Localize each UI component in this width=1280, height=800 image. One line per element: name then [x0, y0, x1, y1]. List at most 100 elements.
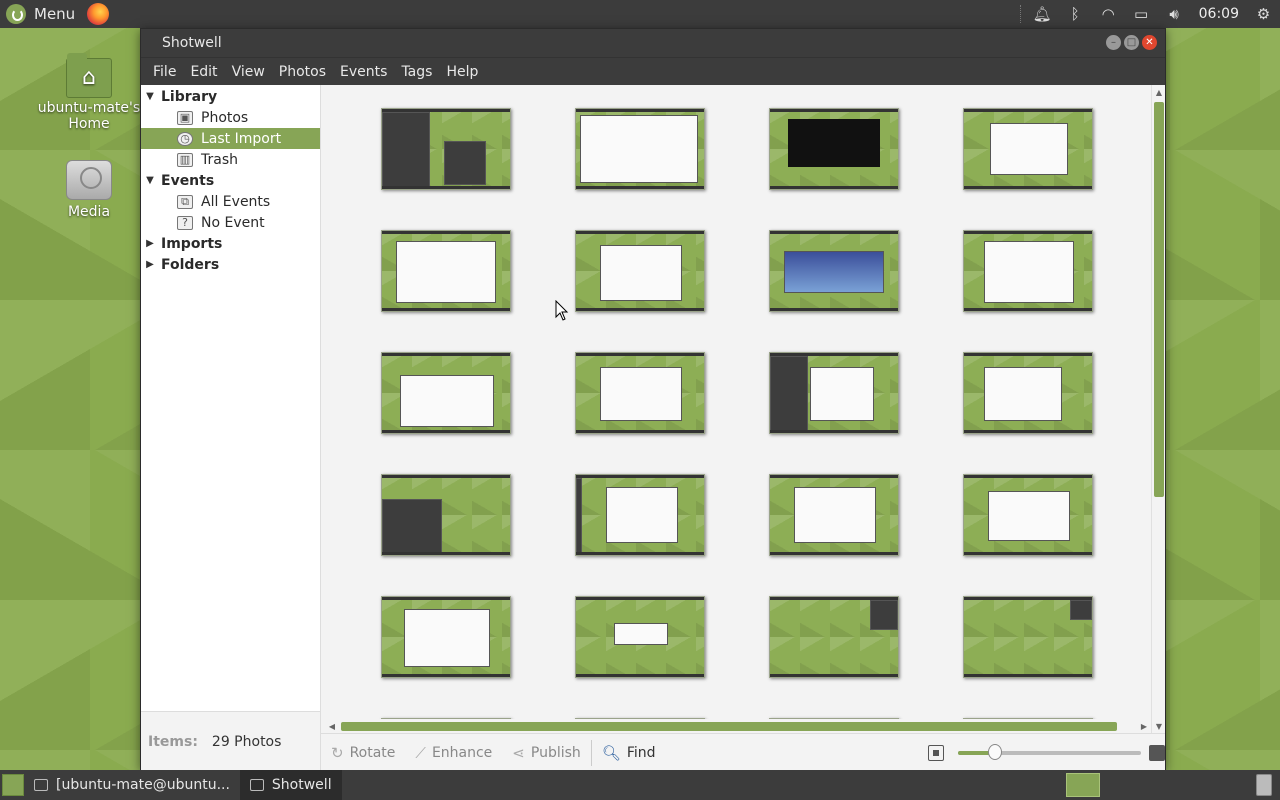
- enhance-wand-icon: ⟋: [415, 743, 426, 762]
- trash-applet-icon[interactable]: [1256, 774, 1272, 796]
- photo-thumbnail[interactable]: [575, 352, 705, 434]
- window-title: Shotwell: [162, 35, 222, 51]
- sidebar-item-label: No Event: [201, 214, 265, 231]
- photo-thumbnail[interactable]: [381, 230, 511, 312]
- photo-thumbnail[interactable]: [963, 230, 1093, 312]
- photos-icon: ▣: [177, 110, 193, 125]
- sidebar-item-label: Photos: [201, 109, 249, 126]
- menubar: File Edit View Photos Events Tags Help: [141, 57, 1165, 85]
- maximize-button[interactable]: □: [1124, 35, 1139, 50]
- rotate-button[interactable]: ↻ Rotate: [321, 740, 405, 766]
- window-titlebar[interactable]: Shotwell – □ ✕: [141, 29, 1165, 57]
- collapse-arrow-icon[interactable]: ▶: [141, 259, 159, 270]
- photo-thumbnail[interactable]: [769, 352, 899, 434]
- sidebar-item-imports[interactable]: ▶ Imports: [141, 233, 320, 254]
- taskbar-item-terminal[interactable]: [ubuntu-mate@ubuntu...: [24, 770, 240, 800]
- bluetooth-icon[interactable]: ᛒ: [1059, 0, 1092, 28]
- home-folder-icon: [66, 53, 112, 98]
- photo-grid: ◀ ▶: [321, 85, 1151, 733]
- menu-photos[interactable]: Photos: [273, 64, 332, 80]
- zoom-in-icon[interactable]: [1149, 745, 1165, 761]
- menu-file[interactable]: File: [147, 64, 182, 80]
- zoom-slider-knob[interactable]: [987, 744, 1002, 760]
- photo-thumbnail[interactable]: [381, 352, 511, 434]
- sidebar-item-all-events[interactable]: ⧉ All Events: [141, 191, 320, 212]
- photo-thumbnail[interactable]: [963, 474, 1093, 556]
- vertical-scroll-thumb[interactable]: [1154, 102, 1164, 497]
- collapse-arrow-icon[interactable]: ▶: [141, 238, 159, 249]
- horizontal-scroll-thumb[interactable]: [341, 722, 1117, 731]
- desktop-icon-media[interactable]: Media: [34, 160, 144, 220]
- top-panel: Menu 🔔︎ ᛒ ◠ ▭ 🔊︎ 06:09 ⚙: [0, 0, 1280, 28]
- find-label: Find: [626, 744, 656, 761]
- wifi-icon[interactable]: ◠: [1092, 0, 1125, 28]
- photo-thumbnail[interactable]: [575, 230, 705, 312]
- menu-events[interactable]: Events: [334, 64, 393, 80]
- clock-icon: ◷: [177, 131, 193, 146]
- main-menu-button[interactable]: Menu: [0, 0, 110, 28]
- zoom-slider[interactable]: [958, 744, 1141, 760]
- photo-thumbnail[interactable]: [963, 352, 1093, 434]
- photo-thumbnail[interactable]: [963, 596, 1093, 678]
- zoom-out-icon[interactable]: [928, 745, 944, 761]
- drive-icon: [66, 160, 112, 200]
- find-button[interactable]: 🔍︎ Find: [592, 740, 666, 766]
- scroll-down-arrow-icon[interactable]: ▼: [1152, 719, 1166, 733]
- sidebar-item-folders[interactable]: ▶ Folders: [141, 254, 320, 275]
- sidebar-item-events[interactable]: ▼ Events: [141, 170, 320, 191]
- photo-thumbnail[interactable]: [963, 108, 1093, 190]
- close-button[interactable]: ✕: [1142, 35, 1157, 50]
- expand-arrow-icon[interactable]: ▼: [141, 175, 159, 186]
- clock[interactable]: 06:09: [1191, 0, 1247, 28]
- sidebar-item-no-event[interactable]: ? No Event: [141, 212, 320, 233]
- minimize-button[interactable]: –: [1106, 35, 1121, 50]
- photo-thumbnail[interactable]: [575, 596, 705, 678]
- firefox-launcher-icon[interactable]: [87, 3, 110, 25]
- no-event-icon: ?: [177, 215, 193, 230]
- notification-bell-icon[interactable]: 🔔︎: [1026, 0, 1059, 28]
- enhance-button[interactable]: ⟋ Enhance: [405, 740, 502, 766]
- photo-thumbnail[interactable]: [381, 474, 511, 556]
- sidebar-item-trash[interactable]: ▥ Trash: [141, 149, 320, 170]
- show-desktop-button[interactable]: [2, 774, 24, 796]
- sidebar-item-last-import[interactable]: ◷ Last Import: [141, 128, 320, 149]
- scroll-left-arrow-icon[interactable]: ◀: [325, 719, 339, 733]
- sidebar-item-label: Trash: [201, 151, 238, 168]
- menu-help[interactable]: Help: [440, 64, 484, 80]
- terminal-icon: [34, 779, 48, 791]
- taskbar-item-label: Shotwell: [271, 777, 332, 793]
- publish-button[interactable]: ⋖ Publish: [502, 740, 590, 766]
- scroll-up-arrow-icon[interactable]: ▲: [1152, 85, 1166, 99]
- sidebar-item-photos[interactable]: ▣ Photos: [141, 107, 320, 128]
- share-icon: ⋖: [512, 743, 525, 762]
- photo-thumbnail[interactable]: [769, 230, 899, 312]
- photo-thumbnail[interactable]: [769, 474, 899, 556]
- sidebar-item-label: Last Import: [201, 130, 282, 147]
- vertical-scrollbar[interactable]: ▲ ▼: [1151, 85, 1165, 733]
- volume-icon[interactable]: 🔊︎: [1158, 0, 1191, 28]
- taskbar-item-shotwell[interactable]: Shotwell: [239, 770, 342, 800]
- photo-thumbnail[interactable]: [769, 108, 899, 190]
- expand-arrow-icon[interactable]: ▼: [141, 91, 159, 102]
- battery-icon[interactable]: ▭: [1125, 0, 1158, 28]
- zoom-control: [928, 734, 1165, 772]
- sidebar-item-library[interactable]: ▼ Library: [141, 86, 320, 107]
- menu-label: Menu: [34, 5, 76, 23]
- photo-thumbnail[interactable]: [575, 108, 705, 190]
- events-icon: ⧉: [177, 194, 193, 209]
- photo-thumbnail[interactable]: [381, 108, 511, 190]
- menu-tags[interactable]: Tags: [395, 64, 438, 80]
- settings-gear-icon[interactable]: ⚙: [1247, 0, 1280, 28]
- scroll-right-arrow-icon[interactable]: ▶: [1137, 719, 1151, 733]
- photo-thumbnail[interactable]: [769, 596, 899, 678]
- menu-edit[interactable]: Edit: [184, 64, 223, 80]
- items-count: Items: 29 Photos: [141, 711, 320, 771]
- menu-view[interactable]: View: [226, 64, 271, 80]
- horizontal-scrollbar[interactable]: ◀ ▶: [321, 719, 1151, 733]
- desktop-icon-home[interactable]: ubuntu-mate's Home: [34, 53, 144, 132]
- shotwell-window: Shotwell – □ ✕ File Edit View Photos Eve…: [140, 28, 1166, 772]
- photo-thumbnail[interactable]: [381, 596, 511, 678]
- sidebar-item-label: Events: [161, 172, 215, 189]
- photo-thumbnail[interactable]: [575, 474, 705, 556]
- workspace-switcher[interactable]: [1066, 773, 1100, 797]
